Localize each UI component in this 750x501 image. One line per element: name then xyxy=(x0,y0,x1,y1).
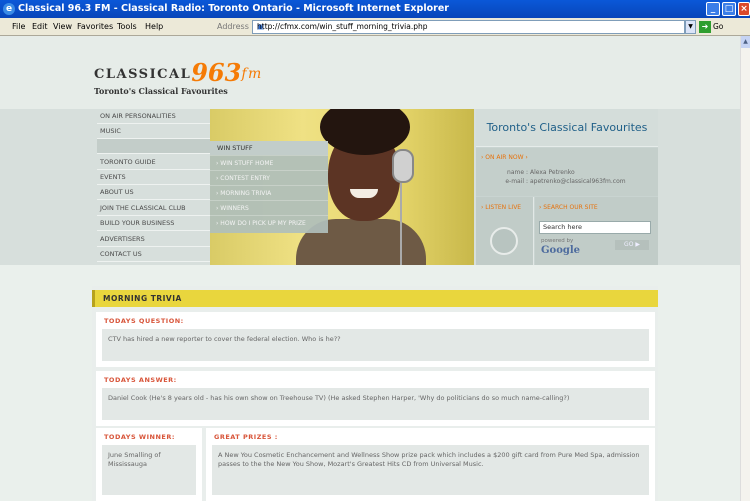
search-input[interactable]: Search here xyxy=(539,221,651,234)
logo-word: CLASSICAL xyxy=(94,67,192,82)
powered-by-label: powered by xyxy=(541,238,574,244)
address-url: http://cfmx.com/win_stuff_morning_trivia… xyxy=(257,22,428,31)
listen-live-box: › LISTEN LIVE xyxy=(476,197,534,265)
headphones-icon xyxy=(392,149,414,183)
google-logo: Google xyxy=(541,245,581,256)
winner-heading: TODAYS WINNER: xyxy=(104,433,175,441)
section-title: MORNING TRIVIA xyxy=(92,290,658,307)
minimize-button[interactable]: _ xyxy=(706,2,720,16)
web-page: CLASSICAL963fm Toronto's Classical Favou… xyxy=(0,36,740,501)
menu-tools[interactable]: Tools xyxy=(117,18,137,36)
menu-view[interactable]: View xyxy=(53,18,72,36)
listen-live-label: › LISTEN LIVE xyxy=(481,204,522,211)
menu-help[interactable]: Help xyxy=(145,18,163,36)
vertical-scrollbar[interactable]: ▲ xyxy=(740,36,750,501)
on-air-heading: › ON AIR NOW › xyxy=(481,154,528,161)
dropdown-contest-entry[interactable]: › CONTEST ENTRY xyxy=(210,170,328,185)
close-button[interactable]: × xyxy=(738,2,750,16)
menu-file[interactable]: File xyxy=(12,18,25,36)
question-text: CTV has hired a new reporter to cover th… xyxy=(102,329,649,361)
nav-advertisers[interactable]: ADVERTISERS xyxy=(97,232,210,247)
nav-win-stuff-spacer xyxy=(97,139,210,154)
right-panel: Toronto's Classical Favourites › ON AIR … xyxy=(476,109,658,265)
dropdown-morning-trivia[interactable]: › MORNING TRIVIA xyxy=(210,185,328,200)
answer-box: TODAYS ANSWER: Daniel Cook (He's 8 years… xyxy=(96,371,655,426)
host-email-link[interactable]: apetrenko@classical963fm.com xyxy=(530,178,626,185)
winner-box: TODAYS WINNER: June Smalling of Mississa… xyxy=(96,428,202,501)
nav-on-air-personalities[interactable]: ON AIR PERSONALITIES xyxy=(97,109,210,124)
menu-favorites[interactable]: Favorites xyxy=(77,18,113,36)
scroll-up-icon[interactable]: ▲ xyxy=(741,36,750,48)
win-stuff-dropdown: WIN STUFF › WIN STUFF HOME › CONTEST ENT… xyxy=(210,141,328,233)
right-panel-title: Toronto's Classical Favourites xyxy=(476,109,658,147)
address-label: Address xyxy=(217,22,249,31)
dropdown-pick-up-prize[interactable]: › HOW DO I PICK UP MY PRIZE xyxy=(210,215,328,230)
nav-events[interactable]: EVENTS xyxy=(97,170,210,185)
site-logo[interactable]: CLASSICAL963fm Toronto's Classical Favou… xyxy=(94,58,263,96)
host-name-value: Alexa Petrenko xyxy=(530,169,575,176)
ie-icon: e xyxy=(3,3,15,15)
nav-about-us[interactable]: ABOUT US xyxy=(97,185,210,200)
address-field[interactable]: ▣ http://cfmx.com/win_stuff_morning_triv… xyxy=(252,20,685,34)
win-stuff-menu-title[interactable]: WIN STUFF xyxy=(210,141,328,155)
play-icon[interactable] xyxy=(490,227,518,255)
search-go-button[interactable]: GO ▶ xyxy=(615,240,649,250)
logo-number: 963 xyxy=(191,58,242,87)
question-heading: TODAYS QUESTION: xyxy=(104,317,184,325)
menu-address-bar: File Edit View Favorites Tools Help Addr… xyxy=(0,18,750,36)
nav-music[interactable]: MUSIC xyxy=(97,124,210,139)
on-air-now-box: › ON AIR NOW › name : Alexa Petrenko e-m… xyxy=(476,148,658,196)
host-email-label: e-mail : xyxy=(505,178,528,185)
logo-fm: fm xyxy=(241,66,263,82)
main-nav: ON AIR PERSONALITIES MUSIC TORONTO GUIDE… xyxy=(97,109,210,265)
prizes-text: A New You Cosmetic Enchancement and Well… xyxy=(212,445,649,495)
go-button[interactable]: Go xyxy=(713,18,723,36)
maximize-button[interactable]: □ xyxy=(722,2,736,16)
host-name-label: name : xyxy=(507,169,528,176)
logo-tagline: Toronto's Classical Favourites xyxy=(94,86,228,96)
answer-heading: TODAYS ANSWER: xyxy=(104,376,177,384)
search-heading: › SEARCH OUR SITE xyxy=(539,204,598,211)
dropdown-winners[interactable]: › WINNERS xyxy=(210,200,328,215)
dropdown-win-stuff-home[interactable]: › WIN STUFF HOME xyxy=(210,155,328,170)
nav-join-classical-club[interactable]: JOIN THE CLASSICAL CLUB xyxy=(97,201,210,216)
answer-text: Daniel Cook (He's 8 years old - has his … xyxy=(102,388,649,420)
menu-edit[interactable]: Edit xyxy=(32,18,48,36)
go-arrow-icon[interactable]: ➜ xyxy=(699,21,711,33)
prizes-box: GREAT PRIZES : A New You Cosmetic Enchan… xyxy=(206,428,655,501)
question-box: TODAYS QUESTION: CTV has hired a new rep… xyxy=(96,312,655,367)
window-title: Classical 96.3 FM - Classical Radio: Tor… xyxy=(18,3,449,14)
headphone-cable xyxy=(400,183,402,265)
site-search-box: › SEARCH OUR SITE Search here powered by… xyxy=(535,197,658,265)
winner-text: June Smalling of Mississauga xyxy=(102,445,196,495)
nav-build-your-business[interactable]: BUILD YOUR BUSINESS xyxy=(97,216,210,231)
prizes-heading: GREAT PRIZES : xyxy=(214,433,278,441)
nav-contact-us[interactable]: CONTACT US xyxy=(97,247,210,262)
window-titlebar: e Classical 96.3 FM - Classical Radio: T… xyxy=(0,0,750,18)
address-dropdown-icon[interactable]: ▼ xyxy=(685,20,696,34)
nav-toronto-guide[interactable]: TORONTO GUIDE xyxy=(97,155,210,170)
